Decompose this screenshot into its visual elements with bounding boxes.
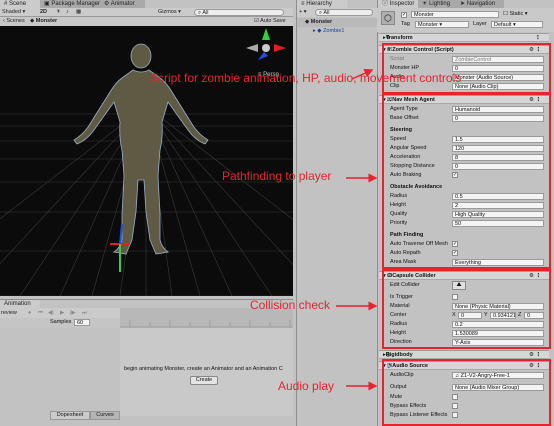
- annotation-pathfinding: Pathfinding to player: [222, 169, 332, 183]
- annotation-collision: Collision check: [250, 298, 331, 312]
- annotation-arrows: [336, 68, 378, 391]
- annotation-audio: Audio play: [278, 379, 335, 393]
- annotation-script: Script for zombie animation, HP, audio, …: [150, 71, 462, 85]
